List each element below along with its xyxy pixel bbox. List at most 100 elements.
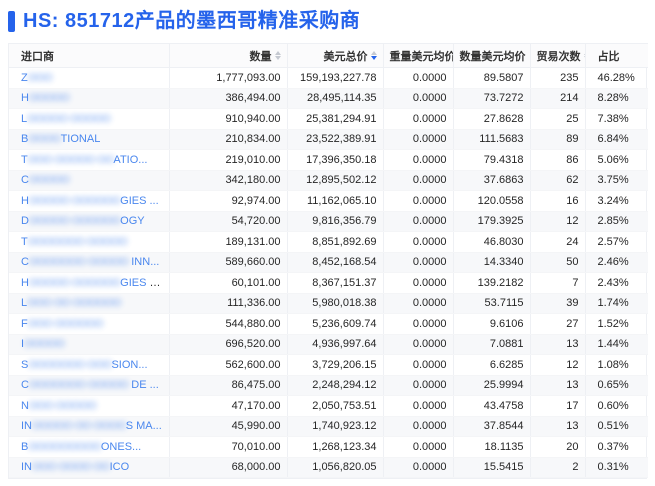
importer-text-segment: T: [21, 235, 28, 248]
importer-link[interactable]: DOOOOO OOOOOOOGY: [21, 215, 145, 227]
importer-cell: IOOOOO: [9, 334, 170, 355]
importer-text-segment: F: [21, 317, 28, 330]
importers-table: 进口商 数量 美元总价 重量美元均价 数量美元均价 贸易次数 占比 ZOOO 1…: [9, 43, 648, 478]
table-row[interactable]: BOOOOOOOOOONES... 70,010.00 1,268,123.34 0.…: [9, 436, 648, 458]
weight-avg-price-cell: 0.0000: [383, 129, 454, 150]
share-cell: 5.06%: [585, 149, 648, 171]
share-cell: 0.37%: [585, 436, 648, 458]
importer-text-segment: ONES...: [100, 440, 142, 453]
importer-redacted-segment: OOOOO: [24, 338, 65, 351]
quantity-cell: 562,600.00: [169, 354, 288, 376]
importer-redacted-segment: OOOOOOO OOOOO: [27, 235, 128, 248]
trade-count-cell: 2: [530, 457, 586, 478]
col-header-quantity[interactable]: 数量: [169, 43, 288, 68]
importer-link[interactable]: BOOOOOOOOOONES...: [21, 441, 141, 453]
importer-link[interactable]: BOOOOTIONAL: [21, 133, 100, 145]
importer-link[interactable]: FOOO OOOOOO: [21, 318, 103, 330]
col-header-trade-count[interactable]: 贸易次数: [530, 43, 586, 68]
quantity-cell: 696,520.00: [169, 334, 288, 355]
table-row[interactable]: LOOO OO OOOOOO 111,336.00 5,980,018.38 0.00…: [9, 293, 648, 314]
qty-avg-price-cell: 37.6863: [453, 170, 531, 191]
table-row[interactable]: FOOO OOOOOO 544,880.00 5,236,609.74 0.0000 9…: [9, 313, 648, 335]
table-row[interactable]: SOOOOOOO OOOSION... 562,600.00 3,729,206.1…: [9, 354, 648, 376]
importer-text-segment: GIES ...: [120, 194, 159, 207]
importer-link[interactable]: INOOO OOOO OOICO: [21, 461, 129, 473]
importer-link[interactable]: TOOO OOOOO OOATIO...: [21, 154, 147, 166]
qty-avg-price-cell: 46.8030: [453, 231, 531, 253]
table-row[interactable]: HOOOOO OOOOOOGIES ... 92,974.00 11,162,065…: [9, 190, 648, 212]
importer-link[interactable]: IOOOOO: [21, 338, 65, 351]
qty-avg-price-cell: 25.9994: [453, 375, 531, 396]
importer-link[interactable]: LOOOOO OOOOO: [21, 113, 111, 125]
table-row[interactable]: HOOOOO 386,494.00 28,495,114.35 0.0000 73.72…: [9, 88, 648, 109]
importer-link[interactable]: COOOOOOO OOOOO INN...: [21, 256, 159, 268]
table-row[interactable]: COOOOOOO OOOOO DE ... 86,475.00 2,248,294.…: [9, 375, 648, 396]
usd-total-cell: 11,162,065.10: [287, 190, 384, 212]
quantity-cell: 386,494.00: [169, 88, 288, 109]
importer-text-segment: ICO: [109, 461, 130, 474]
importer-link[interactable]: COOOOO: [21, 174, 70, 187]
importer-link[interactable]: INOOOOO OO OOOOS MA...: [21, 420, 162, 432]
table-row[interactable]: INOOOOO OO OOOOS MA... 45,990.00 1,740,923…: [9, 416, 648, 437]
importer-redacted-segment: OOOOO OO OOOO: [32, 420, 126, 433]
page: HS: 851712产品的墨西哥精准采购商 进口商 数量 美元总价 重量美元均价…: [0, 0, 655, 479]
page-title: HS: 851712产品的墨西哥精准采购商: [23, 10, 361, 32]
importer-link[interactable]: NOOO OOOOO: [21, 400, 96, 412]
table-row[interactable]: NOOO OOOOO 47,170.00 2,050,753.51 0.0000 43.…: [9, 395, 648, 417]
importer-link[interactable]: HOOOOO OOOOOOGIES ...: [21, 195, 159, 207]
col-header-qty-avg-price-label: 数量美元均价: [459, 50, 526, 63]
sort-icon-usd-total[interactable]: [370, 50, 377, 61]
table-row[interactable]: LOOOOO OOOOO 910,940.00 25,381,294.91 0.000…: [9, 108, 648, 130]
importer-redacted-segment: OOOOO: [28, 174, 70, 187]
importer-link[interactable]: TOOOOOOO OOOOO: [21, 236, 127, 248]
importer-link[interactable]: SOOOOOOO OOOSION...: [21, 359, 148, 371]
importer-link[interactable]: COOOOOOO OOOOO DE ...: [21, 379, 159, 391]
importer-link[interactable]: HOOOOO OOOOOOGIES D...: [21, 277, 167, 289]
table-row[interactable]: INOOO OOOO OOICO 68,000.00 1,056,820.05 0.0…: [9, 457, 648, 478]
table-row[interactable]: BOOOOTIONAL 210,834.00 23,522,389.91 0.0000…: [9, 129, 648, 150]
importer-link[interactable]: ZOOO: [21, 72, 52, 84]
qty-avg-price-cell: 14.3340: [453, 252, 531, 273]
importer-redacted-segment: OOO OO OOOOOO: [27, 297, 121, 310]
table-row[interactable]: ZOOO 1,777,093.00 159,193,227.78 0.0000 89.5…: [9, 67, 648, 89]
table-row[interactable]: DOOOOO OOOOOOOGY 54,720.00 9,816,356.79 0.0…: [9, 211, 648, 232]
usd-total-cell: 159,193,227.78: [287, 67, 384, 89]
table-row[interactable]: TOOO OOOOO OOATIO... 219,010.00 17,396,350…: [9, 149, 648, 171]
col-header-weight-avg-price: 重量美元均价: [383, 43, 454, 68]
share-cell: 0.60%: [585, 395, 648, 417]
weight-avg-price-cell: 0.0000: [383, 88, 454, 109]
table-body: ZOOO 1,777,093.00 159,193,227.78 0.0000 89.5…: [9, 67, 648, 478]
importer-text-segment: S MA...: [125, 420, 162, 433]
quantity-cell: 219,010.00: [169, 149, 288, 171]
importer-redacted-segment: OOOOO: [28, 92, 70, 105]
table-header-row: 进口商 数量 美元总价 重量美元均价 数量美元均价 贸易次数 占比: [9, 43, 648, 68]
sort-icon-quantity[interactable]: [274, 50, 281, 61]
qty-avg-price-cell: 43.4758: [453, 395, 531, 417]
weight-avg-price-cell: 0.0000: [383, 436, 454, 458]
page-title-row: HS: 851712产品的墨西哥精准采购商: [8, 8, 647, 34]
qty-avg-price-cell: 9.6106: [453, 313, 531, 335]
importer-redacted-segment: OOOO: [28, 133, 61, 146]
table-row[interactable]: IOOOOO 696,520.00 4,936,997.64 0.0000 7.0881…: [9, 334, 648, 355]
importer-link[interactable]: HOOOOO: [21, 92, 70, 105]
trade-count-cell: 13: [530, 334, 586, 355]
table-row[interactable]: COOOOOOO OOOOO INN... 589,660.00 8,452,168…: [9, 252, 648, 273]
weight-avg-price-cell: 0.0000: [383, 313, 454, 335]
importer-text-segment: C: [21, 379, 29, 392]
qty-avg-price-cell: 111.5683: [453, 129, 531, 150]
table-row[interactable]: TOOOOOOO OOOOO 189,131.00 8,851,892.69 0.00…: [9, 231, 648, 253]
importer-cell: LOOO OO OOOOOO: [9, 293, 170, 314]
usd-total-cell: 2,050,753.51: [287, 395, 384, 417]
importer-cell: COOOOOOO OOOOO INN...: [9, 252, 170, 273]
table-row[interactable]: COOOOO 342,180.00 12,895,502.12 0.0000 37.68…: [9, 170, 648, 191]
quantity-cell: 92,974.00: [169, 190, 288, 212]
quantity-cell: 45,990.00: [169, 416, 288, 437]
usd-total-cell: 12,895,502.12: [287, 170, 384, 191]
importer-link[interactable]: LOOO OO OOOOOO: [21, 297, 121, 309]
quantity-cell: 68,000.00: [169, 457, 288, 478]
usd-total-cell: 8,851,892.69: [287, 231, 384, 253]
qty-avg-price-cell: 7.0881: [453, 334, 531, 355]
table-row[interactable]: HOOOOO OOOOOOGIES D... 60,101.00 8,367,151…: [9, 272, 648, 294]
col-header-usd-total[interactable]: 美元总价: [287, 43, 384, 68]
col-header-qty-avg-price: 数量美元均价: [453, 43, 531, 68]
